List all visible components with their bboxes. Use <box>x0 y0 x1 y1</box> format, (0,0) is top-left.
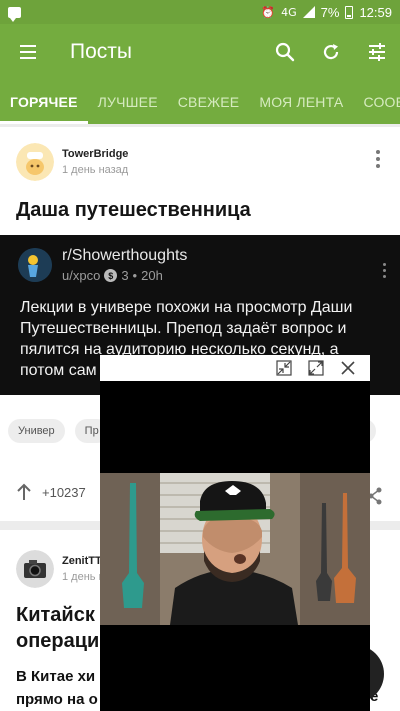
embed-user: u/xpco <box>62 268 101 283</box>
minimize-button[interactable] <box>274 358 294 378</box>
tab-new[interactable]: СВЕЖЕЕ <box>168 80 250 124</box>
search-icon <box>275 42 295 62</box>
upvote-icon[interactable] <box>16 483 32 501</box>
app-bar: Посты <box>0 24 400 80</box>
tab-communities[interactable]: СООБ <box>353 80 400 124</box>
status-bar: ⏰ 4G 7% 12:59 <box>0 0 400 24</box>
post-body: В Китае хи прямо на о <box>16 665 98 711</box>
avatar[interactable] <box>16 143 54 181</box>
close-button[interactable] <box>338 358 358 378</box>
avatar-image <box>16 550 54 588</box>
embed-karma: 3 <box>121 268 129 283</box>
tab-bar: ГОРЯЧЕЕ ЛУЧШЕЕ СВЕЖЕЕ МОЯ ЛЕНТА СООБ <box>0 80 400 124</box>
signal-icon <box>302 6 315 18</box>
subreddit-name: r/Showerthoughts <box>62 247 188 264</box>
subreddit-avatar <box>18 248 52 282</box>
embed-more-icon <box>383 263 386 278</box>
more-options-icon[interactable] <box>370 149 386 169</box>
author-name[interactable]: ZenitTT <box>62 555 105 567</box>
video-controls-bar <box>100 355 370 381</box>
filter-button[interactable] <box>354 24 400 80</box>
refresh-icon <box>323 44 339 60</box>
video-frame-image <box>100 473 370 625</box>
refresh-button[interactable] <box>308 24 354 80</box>
avatar-image <box>16 143 54 181</box>
embed-age: 20h <box>141 268 163 283</box>
minimize-icon <box>276 360 292 376</box>
tag-chip[interactable]: Универ <box>8 419 65 443</box>
post-time: 1 день н <box>62 571 105 583</box>
network-type-icon: 4G <box>281 5 297 19</box>
close-icon <box>341 361 355 375</box>
expand-icon <box>308 360 324 376</box>
karma-icon: $ <box>104 269 118 282</box>
author-name[interactable]: TowerBridge <box>62 148 128 160</box>
menu-icon[interactable] <box>0 24 56 80</box>
alarm-icon: ⏰ <box>261 5 276 19</box>
post-time: 1 день назад <box>62 164 129 176</box>
post-title-line: операци <box>16 630 100 652</box>
tab-my-feed[interactable]: МОЯ ЛЕНТА <box>249 80 353 124</box>
tab-hot[interactable]: ГОРЯЧЕЕ <box>0 80 88 124</box>
expand-button[interactable] <box>306 358 326 378</box>
vote-row: +10237 <box>16 483 86 501</box>
post-header: TowerBridge 1 день назад <box>16 143 128 181</box>
embed-meta: u/xpco $ 3 • 20h <box>62 268 163 283</box>
battery-percent: 7% <box>320 4 340 20</box>
screen: ⏰ 4G 7% 12:59 Посты ГОРЯЧЕЕ ЛУЧШЕЕ СВЕЖЕ… <box>0 0 400 711</box>
post-title[interactable]: Даша путешественница <box>16 199 251 222</box>
battery-icon <box>345 5 354 19</box>
tag-list: Универ Пр <box>8 419 109 443</box>
post-title[interactable]: Китайск операци <box>16 602 99 654</box>
search-button[interactable] <box>262 24 308 80</box>
avatar[interactable] <box>16 550 54 588</box>
post-title-line: Китайск <box>16 604 95 626</box>
filter-icon <box>369 43 385 61</box>
clock: 12:59 <box>359 4 392 20</box>
tab-best[interactable]: ЛУЧШЕЕ <box>88 80 168 124</box>
share-icon[interactable] <box>368 487 382 505</box>
video-frame[interactable] <box>100 473 370 625</box>
floating-video-player[interactable] <box>100 355 370 711</box>
post-header: ZenitTT 1 день н <box>16 550 105 588</box>
message-notification-icon <box>8 6 21 22</box>
page-title: Посты <box>70 40 132 63</box>
post-score: +10237 <box>42 484 86 500</box>
post-body-line: прямо на о <box>16 691 98 708</box>
post-body-line: В Китае хи <box>16 668 96 685</box>
separator-dot: • <box>132 268 138 283</box>
